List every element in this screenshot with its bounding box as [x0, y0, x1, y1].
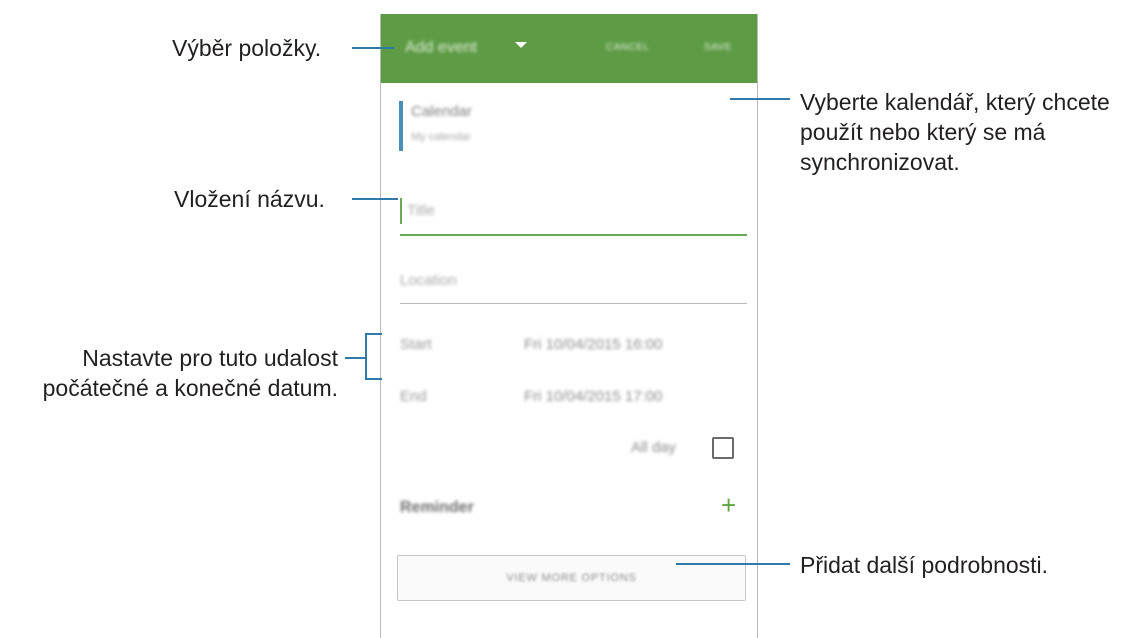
view-more-options-button[interactable]: VIEW MORE OPTIONS [397, 555, 746, 601]
end-datetime[interactable]: Fri 10/04/2015 17:00 [524, 388, 662, 405]
view-more-options-label: VIEW MORE OPTIONS [506, 572, 637, 584]
location-underline [400, 303, 747, 304]
callout-enter-title: Vložení názvu. [174, 186, 325, 212]
text-cursor [400, 198, 402, 224]
start-label: Start [400, 336, 432, 353]
allday-checkbox[interactable] [712, 437, 734, 459]
allday-label: All day [631, 439, 677, 456]
leader-bracket-set-dates [365, 333, 367, 380]
callout-select-calendar: Vyberte kalendář, který chcete použít ne… [800, 87, 1110, 177]
leader-line-enter-title [352, 198, 398, 200]
start-datetime[interactable]: Fri 10/04/2015 16:00 [524, 336, 662, 353]
add-reminder-icon[interactable]: + [721, 492, 736, 518]
callout-set-dates: Nastavte pro tuto udalost počátečné a ko… [7, 343, 338, 403]
reminder-label: Reminder [400, 499, 474, 516]
event-type-selector[interactable]: Add event [405, 39, 477, 57]
location-input[interactable]: Location [400, 272, 457, 289]
leader-line-set-dates [345, 357, 365, 359]
callout-set-dates-line-2: počátečné a konečné datum. [42, 375, 338, 401]
leader-line-select-calendar [730, 98, 790, 100]
callout-add-details: Přidat další podrobnosti. [800, 552, 1049, 578]
app-bar: Add event CANCEL SAVE [381, 14, 757, 83]
leader-line-select-item [352, 47, 394, 49]
leader-bracket-top [365, 333, 382, 335]
dropdown-caret-icon[interactable] [515, 42, 527, 48]
callout-select-calendar-line-2: použít nebo který se má [800, 119, 1046, 145]
save-button[interactable]: SAVE [704, 42, 732, 53]
callout-select-calendar-line-1: Vyberte kalendář, který chcete [800, 89, 1110, 115]
cancel-button[interactable]: CANCEL [606, 42, 650, 53]
leader-line-add-details [676, 563, 790, 565]
leader-bracket-bottom [365, 378, 382, 380]
calendar-selected-value: My calendar [411, 131, 471, 143]
title-input[interactable]: Title [407, 202, 435, 219]
title-underline [400, 234, 747, 236]
phone-screen: Add event CANCEL SAVE Calendar My calend… [380, 14, 758, 638]
callout-select-item: Výběr položky. [172, 35, 322, 61]
calendar-selector[interactable]: Calendar [411, 103, 472, 120]
calendar-color-bar [399, 101, 403, 151]
end-label: End [400, 388, 427, 405]
callout-set-dates-line-1: Nastavte pro tuto udalost [82, 345, 338, 371]
callout-select-calendar-line-3: synchronizovat. [800, 149, 960, 175]
